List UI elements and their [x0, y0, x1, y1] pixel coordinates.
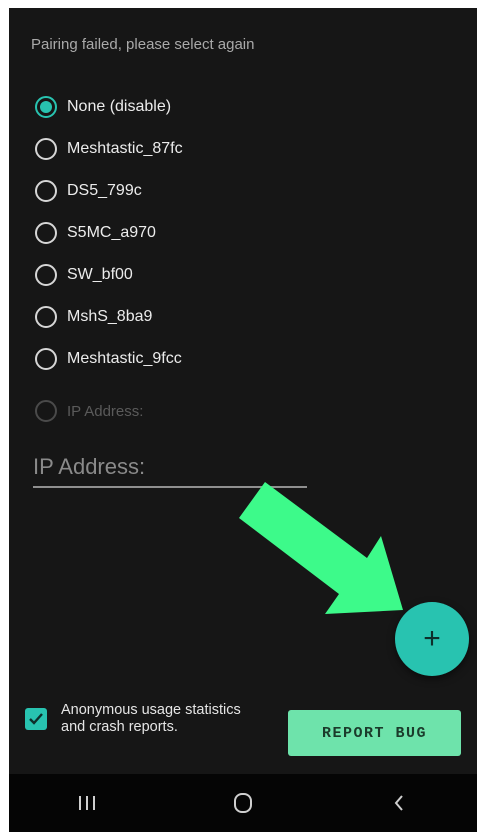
radio-label: S5MC_a970	[67, 224, 156, 241]
checkmark-icon	[29, 713, 43, 725]
app-screen: Pairing failed, please select again None…	[9, 8, 477, 832]
green-arrow-icon	[239, 482, 403, 614]
radio-button[interactable]	[35, 306, 57, 328]
back-button[interactable]	[369, 783, 429, 823]
recents-button[interactable]	[57, 783, 117, 823]
recents-icon	[79, 796, 95, 810]
radio-option-meshtastic-87fc[interactable]: Meshtastic_87fc	[35, 128, 183, 170]
radio-label: MshS_8ba9	[67, 308, 153, 325]
radio-button[interactable]	[35, 138, 57, 160]
analytics-checkbox[interactable]	[25, 708, 47, 730]
analytics-consent: Anonymous usage statistics and crash rep…	[25, 702, 241, 736]
radio-label: None (disable)	[67, 98, 172, 115]
radio-label: IP Address:	[67, 402, 144, 420]
radio-button[interactable]	[35, 222, 57, 244]
radio-button[interactable]	[35, 96, 57, 118]
radio-label: Meshtastic_9fcc	[67, 350, 182, 367]
home-icon	[234, 793, 252, 813]
plus-icon: +	[423, 622, 441, 655]
report-bug-button[interactable]: REPORT BUG	[288, 710, 461, 756]
radio-option-ds5-799c[interactable]: DS5_799c	[35, 170, 183, 212]
radio-button	[35, 400, 57, 422]
radio-label: DS5_799c	[67, 182, 142, 199]
radio-button[interactable]	[35, 348, 57, 370]
radio-option-sw-bf00[interactable]: SW_bf00	[35, 254, 183, 296]
radio-option-s5mc-a970[interactable]: S5MC_a970	[35, 212, 183, 254]
radio-option-ip-address: IP Address:	[35, 390, 183, 432]
add-device-fab[interactable]: +	[395, 602, 469, 676]
system-nav-bar	[9, 774, 477, 832]
radio-button[interactable]	[35, 180, 57, 202]
radio-button[interactable]	[35, 264, 57, 286]
radio-label: SW_bf00	[67, 266, 133, 283]
home-button[interactable]	[213, 783, 273, 823]
radio-option-meshtastic-9fcc[interactable]: Meshtastic_9fcc	[35, 338, 183, 380]
radio-label: Meshtastic_87fc	[67, 140, 183, 157]
radio-option-mshs-8ba9[interactable]: MshS_8ba9	[35, 296, 183, 338]
device-radio-list: None (disable) Meshtastic_87fc DS5_799c …	[35, 86, 183, 432]
analytics-consent-label: Anonymous usage statistics and crash rep…	[61, 702, 241, 735]
back-icon	[394, 795, 403, 811]
radio-option-none[interactable]: None (disable)	[35, 86, 183, 128]
status-message: Pairing failed, please select again	[31, 36, 255, 53]
